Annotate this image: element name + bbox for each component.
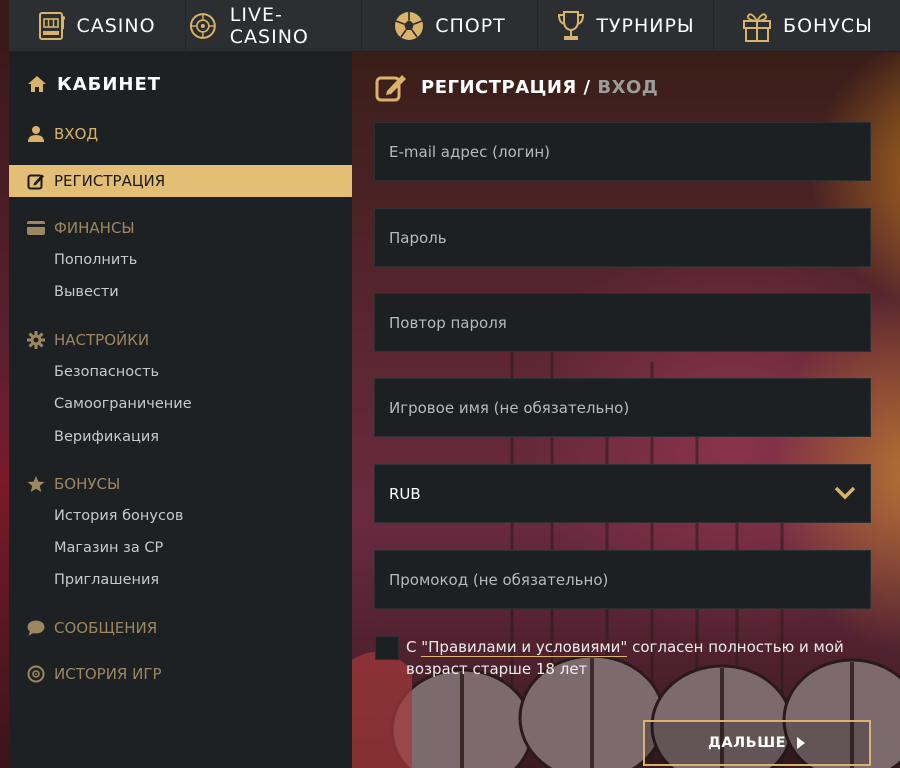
star-icon <box>27 476 45 492</box>
sidebar-item-self-limit[interactable]: Самоограничение <box>54 396 192 412</box>
title-login-link[interactable]: ВХОД <box>597 77 658 98</box>
nav-item-live-casino[interactable]: LIVE-CASINO <box>186 0 362 52</box>
agree-prefix: С <box>406 638 422 656</box>
page-title: РЕГИСТРАЦИЯ / ВХОД <box>375 72 658 102</box>
email-field[interactable]: E-mail адрес (логин) <box>374 122 871 181</box>
top-navigation: CASINO LIVE-CASINO СПОРТ ТУРНИРЫ БОНУСЫ <box>0 0 900 52</box>
soccer-ball-icon <box>395 12 424 40</box>
edit-icon <box>375 75 406 102</box>
nav-label-casino: CASINO <box>76 15 156 37</box>
sidebar-item-registration[interactable]: РЕГИСТРАЦИЯ <box>9 165 352 197</box>
nav-item-sport[interactable]: СПОРТ <box>362 0 538 52</box>
slot-machine-icon <box>39 12 66 40</box>
gear-icon <box>27 331 45 349</box>
trophy-icon <box>558 11 585 40</box>
history-icon <box>27 665 45 683</box>
password-repeat-field[interactable]: Повтор пароля <box>374 293 871 352</box>
home-icon <box>28 76 46 92</box>
sidebar-section-label: ФИНАНСЫ <box>54 219 135 237</box>
sidebar-item-label: РЕГИСТРАЦИЯ <box>54 172 166 190</box>
gift-icon <box>743 13 772 42</box>
sidebar-section-bonuses[interactable]: БОНУСЫ <box>9 468 352 500</box>
next-button[interactable]: ДАЛЬШЕ <box>643 720 871 766</box>
nav-item-bonuses[interactable]: БОНУСЫ <box>714 0 900 52</box>
user-icon <box>28 126 44 142</box>
credit-card-icon <box>27 221 45 235</box>
currency-select[interactable]: RUB <box>374 464 871 523</box>
sidebar-item-label: СООБЩЕНИЯ <box>54 619 158 637</box>
nav-item-casino[interactable]: CASINO <box>9 0 186 52</box>
sidebar-section-finance[interactable]: ФИНАНСЫ <box>9 212 352 244</box>
sidebar-item-login[interactable]: ВХОД <box>9 118 352 150</box>
agree-text: С "Правилами и условиями" согласен полно… <box>406 636 876 680</box>
sidebar-item-bonus-history[interactable]: История бонусов <box>54 508 183 524</box>
agree-checkbox[interactable] <box>375 636 399 660</box>
sidebar-item-invitations[interactable]: Приглашения <box>54 572 159 588</box>
sidebar-item-withdraw[interactable]: Вывести <box>54 284 119 300</box>
nav-label-live-casino: LIVE-CASINO <box>229 4 309 48</box>
sidebar-item-security[interactable]: Безопасность <box>54 364 159 380</box>
sidebar-item-verification[interactable]: Верификация <box>54 429 159 445</box>
title-registration: РЕГИСТРАЦИЯ <box>421 76 577 98</box>
sidebar-item-label: ИСТОРИЯ ИГР <box>54 665 162 683</box>
sidebar-section-label: НАСТРОЙКИ <box>54 331 150 349</box>
sidebar: КАБИНЕТ ВХОД РЕГИСТРАЦИЯ ФИНАНСЫ Пополни… <box>9 52 352 768</box>
nav-left-edge <box>0 0 9 52</box>
nav-label-tournaments: ТУРНИРЫ <box>596 15 695 37</box>
nav-item-tournaments[interactable]: ТУРНИРЫ <box>538 0 714 52</box>
sidebar-title: КАБИНЕТ <box>27 72 161 96</box>
currency-value: RUB <box>389 484 421 503</box>
title-separator: / <box>576 76 598 98</box>
sidebar-item-cp-shop[interactable]: Магазин за CP <box>54 540 163 556</box>
promo-code-field[interactable]: Промокод (не обязательно) <box>374 550 871 609</box>
chat-bubble-icon <box>27 620 45 636</box>
sidebar-item-messages[interactable]: СООБЩЕНИЯ <box>9 612 352 644</box>
sidebar-item-game-history[interactable]: ИСТОРИЯ ИГР <box>9 658 352 690</box>
sidebar-section-label: БОНУСЫ <box>54 475 121 493</box>
roulette-icon <box>189 13 216 39</box>
chevron-down-icon <box>834 486 856 500</box>
caret-right-icon <box>797 737 806 749</box>
sidebar-item-deposit[interactable]: Пополнить <box>54 252 137 268</box>
terms-link[interactable]: "Правилами и условиями" <box>421 638 628 657</box>
sidebar-section-settings[interactable]: НАСТРОЙКИ <box>9 324 352 356</box>
edit-icon <box>27 174 44 190</box>
nav-label-bonuses: БОНУСЫ <box>783 15 873 37</box>
password-field[interactable]: Пароль <box>374 208 871 267</box>
sidebar-title-label: КАБИНЕТ <box>57 73 162 95</box>
background-art-left <box>0 52 9 768</box>
next-button-label: ДАЛЬШЕ <box>707 735 787 751</box>
sidebar-item-label: ВХОД <box>54 125 99 143</box>
nav-label-sport: СПОРТ <box>435 15 506 37</box>
nickname-field[interactable]: Игровое имя (не обязательно) <box>374 378 871 437</box>
